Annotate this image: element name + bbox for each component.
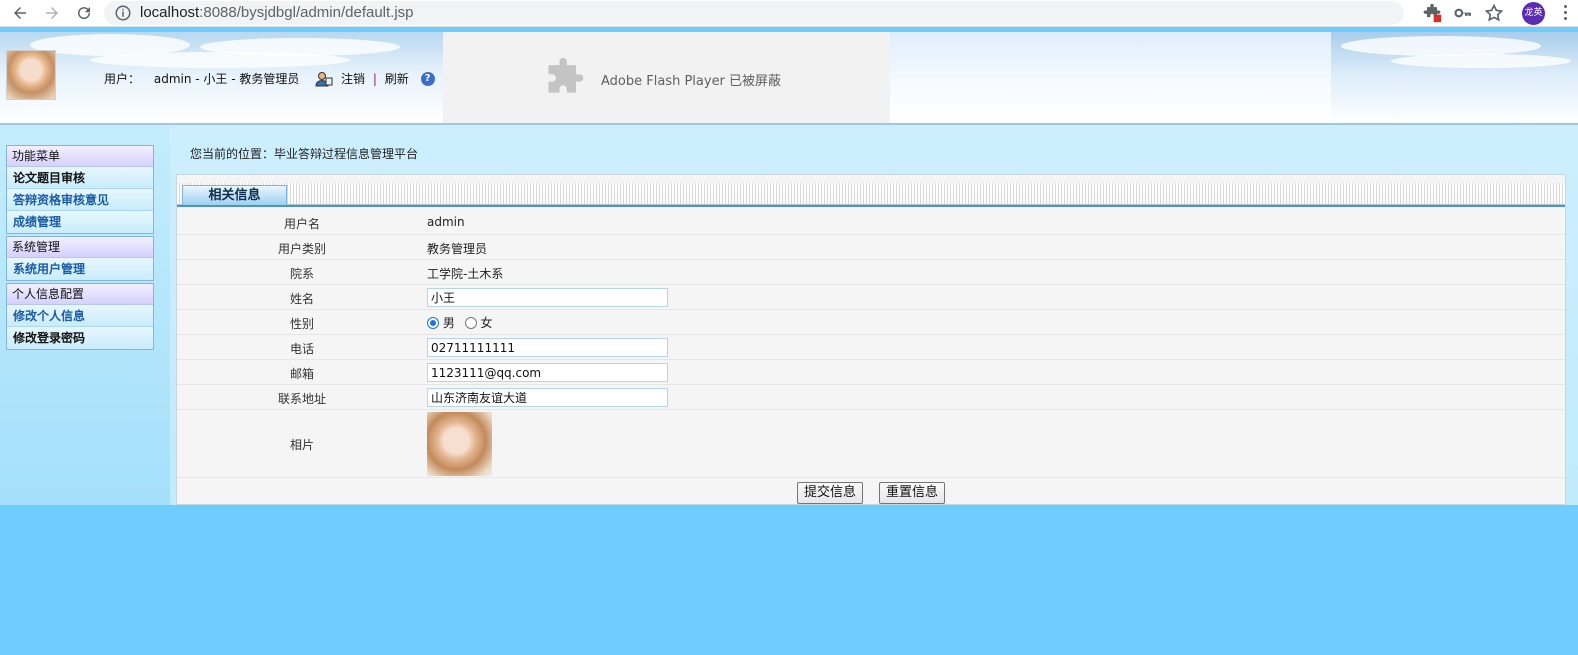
menu-title-system: 系统管理 xyxy=(7,237,153,258)
gender-female-label: 女 xyxy=(480,316,493,330)
key-icon[interactable] xyxy=(1453,3,1473,23)
form-row-phone: 电话 02711111111 xyxy=(177,335,1565,360)
gender-options: 男 女 xyxy=(427,314,493,331)
sidebar-item-grades[interactable]: 成绩管理 xyxy=(7,211,153,233)
gender-label: 性别 xyxy=(289,317,314,331)
refresh-link[interactable]: 刷新 xyxy=(385,70,409,87)
profile-form: 用户名 admin 用户类别 教务管理员 院系 工学院-土木系 姓名 小王 性别… xyxy=(177,210,1565,506)
submit-button[interactable]: 提交信息 xyxy=(797,482,864,504)
form-row-username: 用户名 admin xyxy=(177,210,1565,235)
browser-toolbar: localhost:8088/bysjdbgl/admin/default.js… xyxy=(0,0,1578,27)
user-info-bar: 用户： admin - 小王 - 教务管理员 注销 | 刷新 ? xyxy=(104,70,435,87)
sidebar-item-user-management[interactable]: 系统用户管理 xyxy=(7,258,153,280)
menu-group-profile: 个人信息配置 修改个人信息 修改登录密码 xyxy=(6,283,154,350)
address-input[interactable]: 山东济南友谊大道 xyxy=(427,388,668,407)
logout-link[interactable]: 注销 xyxy=(341,70,365,87)
user-value: admin - 小王 - 教务管理员 xyxy=(153,72,300,86)
menu-group-system: 系统管理 系统用户管理 xyxy=(6,236,154,281)
menu-group-functions: 功能菜单 论文题目审核 答辩资格审核意见 成绩管理 xyxy=(6,145,154,234)
forward-arrow-icon[interactable] xyxy=(40,2,64,24)
email-input[interactable]: 1123111@qq.com xyxy=(427,363,668,382)
site-header: 用户： admin - 小王 - 教务管理员 注销 | 刷新 ? Adobe F… xyxy=(0,32,1578,123)
extension-blocked-icon[interactable] xyxy=(1422,3,1442,23)
url-text[interactable]: localhost:8088/bysjdbgl/admin/default.js… xyxy=(140,4,414,21)
profile-photo xyxy=(427,412,492,476)
photo-label: 相片 xyxy=(289,438,314,452)
form-row-address: 联系地址 山东济南友谊大道 xyxy=(177,385,1565,410)
phone-label: 电话 xyxy=(289,342,314,356)
username-value: admin xyxy=(427,215,465,229)
flash-plugin-placeholder[interactable]: Adobe Flash Player 已被屏蔽 xyxy=(443,32,890,123)
form-row-department: 院系 工学院-土木系 xyxy=(177,260,1565,285)
panel-header: 相关信息 xyxy=(177,183,1565,207)
menu-title-functions: 功能菜单 xyxy=(7,146,153,167)
browser-menu-icon[interactable] xyxy=(1564,5,1568,21)
email-label: 邮箱 xyxy=(289,367,314,381)
sidebar-menu: 功能菜单 论文题目审核 答辩资格审核意见 成绩管理 系统管理 系统用户管理 个人… xyxy=(6,145,154,352)
user-type-value: 教务管理员 xyxy=(427,242,488,256)
tab-related-info[interactable]: 相关信息 xyxy=(182,185,287,205)
form-row-name: 姓名 小王 xyxy=(177,285,1565,310)
form-row-photo: 相片 xyxy=(177,410,1565,478)
user-label: 用户： xyxy=(104,72,141,86)
main-area: 功能菜单 论文题目审核 答辩资格审核意见 成绩管理 系统管理 系统用户管理 个人… xyxy=(0,125,1578,505)
sidebar-item-thesis-review[interactable]: 论文题目审核 xyxy=(7,167,153,189)
address-bar[interactable]: localhost:8088/bysjdbgl/admin/default.js… xyxy=(104,1,1404,25)
info-panel: 相关信息 用户名 admin 用户类别 教务管理员 院系 工学院-土木系 姓名 … xyxy=(176,174,1566,505)
reset-button[interactable]: 重置信息 xyxy=(879,482,946,504)
header-sky-background-right xyxy=(1331,32,1578,123)
sidebar-item-change-password[interactable]: 修改登录密码 xyxy=(7,327,153,349)
address-label: 联系地址 xyxy=(277,392,326,406)
gender-male-label: 男 xyxy=(442,316,455,330)
profile-avatar[interactable]: 龙英 xyxy=(1522,2,1545,25)
form-row-email: 邮箱 1123111@qq.com xyxy=(177,360,1565,385)
help-icon[interactable]: ? xyxy=(420,71,435,86)
info-icon[interactable] xyxy=(114,4,132,22)
breadcrumb: 您当前的位置：毕业答辩过程信息管理平台 xyxy=(190,147,419,161)
back-arrow-icon[interactable] xyxy=(8,2,32,24)
bookmark-star-icon[interactable] xyxy=(1484,3,1504,23)
gender-female-radio[interactable] xyxy=(464,317,477,329)
gender-male-radio[interactable] xyxy=(427,317,439,329)
form-row-gender: 性别 男 女 xyxy=(177,310,1565,335)
department-label: 院系 xyxy=(289,267,314,281)
phone-input[interactable]: 02711111111 xyxy=(427,338,668,357)
sidebar-item-defense-qualification[interactable]: 答辩资格审核意见 xyxy=(7,189,153,211)
name-input[interactable]: 小王 xyxy=(427,288,668,307)
reload-icon[interactable] xyxy=(72,2,96,24)
name-label: 姓名 xyxy=(289,292,314,306)
form-actions: 提交信息 重置信息 xyxy=(177,478,1565,506)
user-type-label: 用户类别 xyxy=(277,242,326,256)
department-value: 工学院-土木系 xyxy=(427,267,504,281)
menu-title-profile: 个人信息配置 xyxy=(7,284,153,305)
user-avatar xyxy=(6,50,56,100)
form-row-user-type: 用户类别 教务管理员 xyxy=(177,235,1565,260)
flash-blocked-message: Adobe Flash Player 已被屏蔽 xyxy=(601,74,782,89)
sidebar-item-edit-profile[interactable]: 修改个人信息 xyxy=(7,305,153,327)
username-label: 用户名 xyxy=(283,217,320,231)
separator: | xyxy=(372,71,377,86)
admin-user-icon xyxy=(315,71,333,87)
puzzle-plugin-icon xyxy=(548,57,584,93)
